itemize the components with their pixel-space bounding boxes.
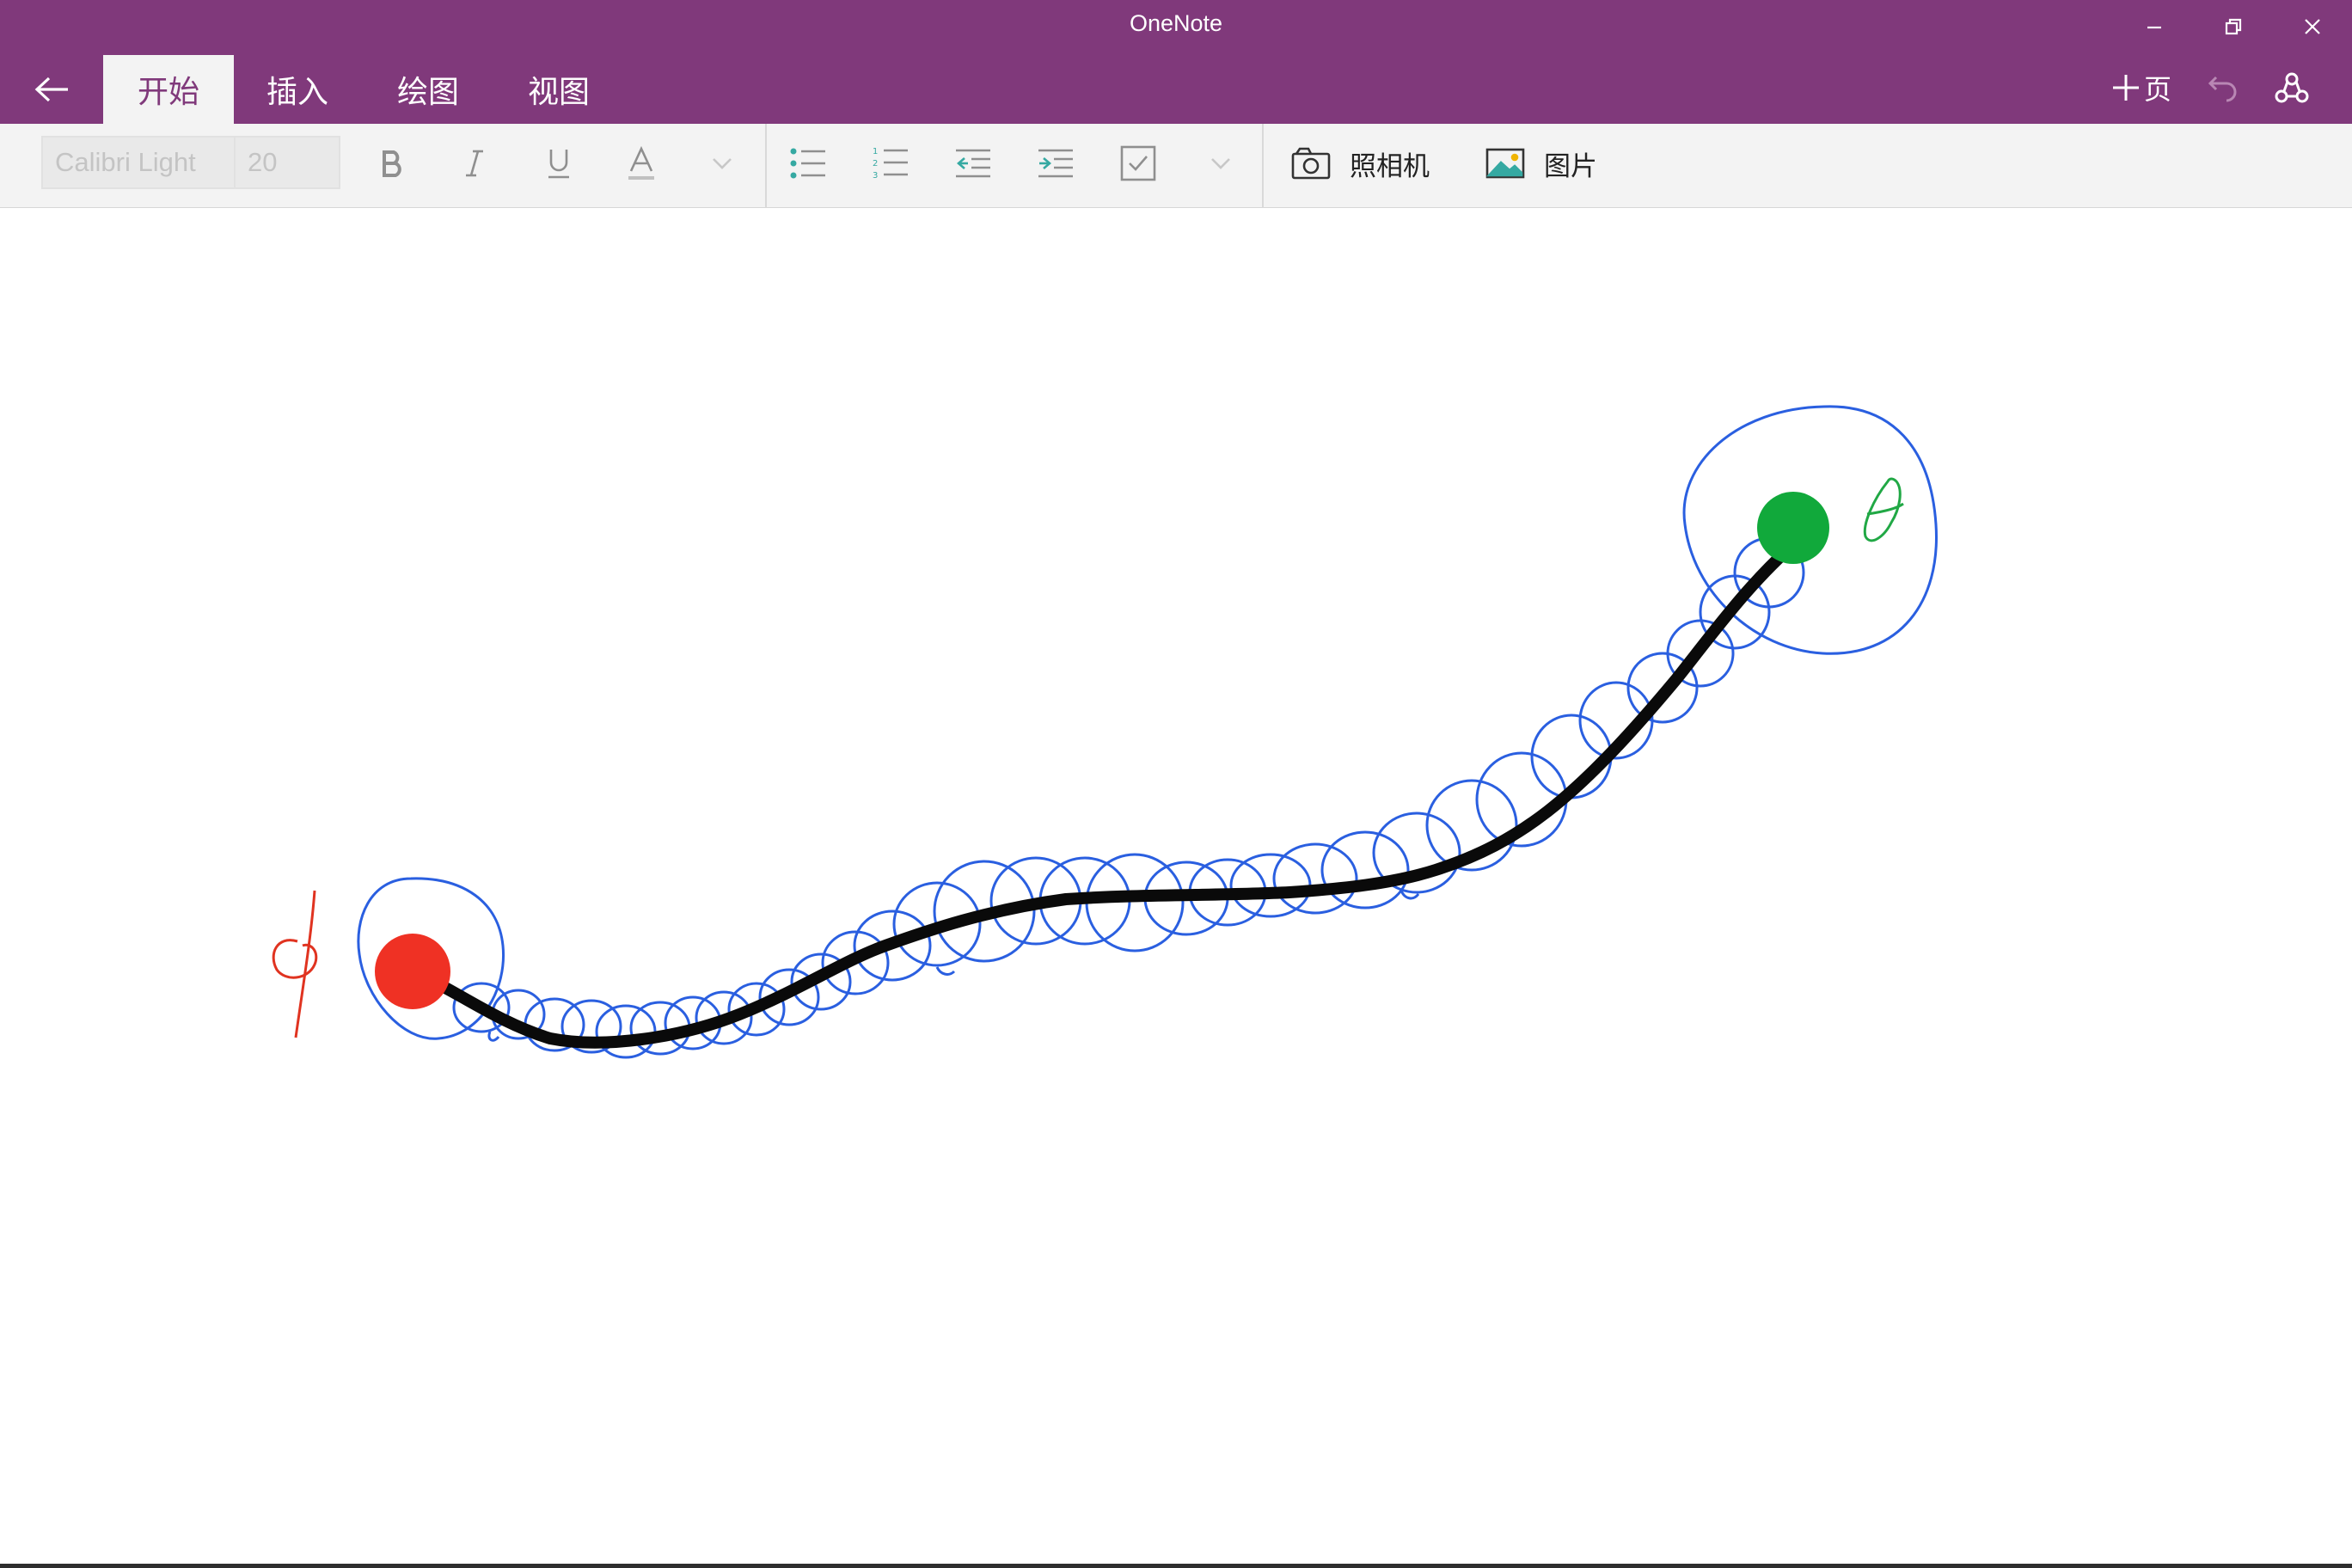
tab-insert[interactable]: 插入 [246,55,349,124]
italic-icon [466,150,483,177]
camera-label: 照相机 [1350,150,1430,182]
green-annotation-ink [1863,477,1904,542]
numbered-list-button[interactable]: 1 2 3 [863,136,918,191]
font-color-button[interactable] [614,136,669,191]
ink-drawing [272,405,1938,1059]
ribbon-divider [1262,124,1264,208]
new-page-label: 页 [2143,73,2171,106]
back-arrow-icon [34,77,68,102]
minimize-button[interactable] [2115,0,2194,53]
minimize-icon [2147,26,2161,29]
svg-text:3: 3 [873,171,878,181]
tab-view[interactable]: 视图 [507,55,610,124]
ribbon-divider [765,124,767,208]
red-annotation-ink [272,890,318,1038]
camera-icon [1291,147,1331,180]
bold-button[interactable] [364,136,420,191]
tab-bar: 开始 插入 绘图 视图 页 [0,53,2352,124]
restore-button[interactable] [2194,0,2273,53]
close-button[interactable] [2273,0,2352,53]
camera-button[interactable]: 照相机 [1291,136,1430,191]
bullet-list-icon [790,148,825,179]
chevron-down-icon [713,158,732,169]
loops-ink [452,536,1805,1059]
close-icon [2305,19,2320,34]
outdent-icon [956,149,990,178]
svg-text:1: 1 [873,147,878,156]
svg-text:2: 2 [873,159,878,168]
back-button[interactable] [22,65,83,113]
picture-button[interactable]: 图片 [1485,136,1597,191]
ribbon-toolbar: Calibri Light 20 1 2 3 照相机 图片 [0,124,2352,208]
page-canvas[interactable] [0,209,2352,1564]
end-dot [1757,492,1829,564]
share-button[interactable] [2266,62,2318,113]
indent-icon [1038,149,1073,178]
undo-button[interactable] [2201,62,2245,113]
numbered-list-icon: 1 2 3 [873,147,908,181]
restore-icon [2225,18,2242,35]
bullet-list-button[interactable] [781,136,836,191]
italic-button[interactable] [447,136,502,191]
new-page-button[interactable]: 页 [2094,62,2189,113]
plus-icon [2112,75,2139,101]
start-dot [375,934,450,1009]
bottom-border [0,1564,2352,1568]
title-bar: OneNote [0,0,2352,53]
share-icon [2275,72,2309,103]
font-size-field[interactable]: 20 [234,136,340,189]
underline-button[interactable] [531,136,586,191]
font-name-field[interactable]: Calibri Light [41,136,236,189]
format-more-dropdown[interactable] [695,136,750,191]
list-more-dropdown[interactable] [1193,136,1248,191]
tab-draw[interactable]: 绘图 [377,55,480,124]
todo-checkbox-button[interactable] [1111,136,1166,191]
checkbox-icon [1120,145,1156,181]
picture-icon [1485,148,1525,179]
bold-icon [383,150,401,177]
window-title: OneNote [1129,10,1223,36]
undo-icon [2208,76,2237,102]
underline-icon [548,150,569,179]
font-color-icon [628,146,654,180]
picture-label: 图片 [1544,150,1597,182]
chevron-down-icon [1211,158,1230,169]
tab-home[interactable]: 开始 [103,55,234,124]
indent-button[interactable] [1028,136,1083,191]
outdent-button[interactable] [946,136,1001,191]
